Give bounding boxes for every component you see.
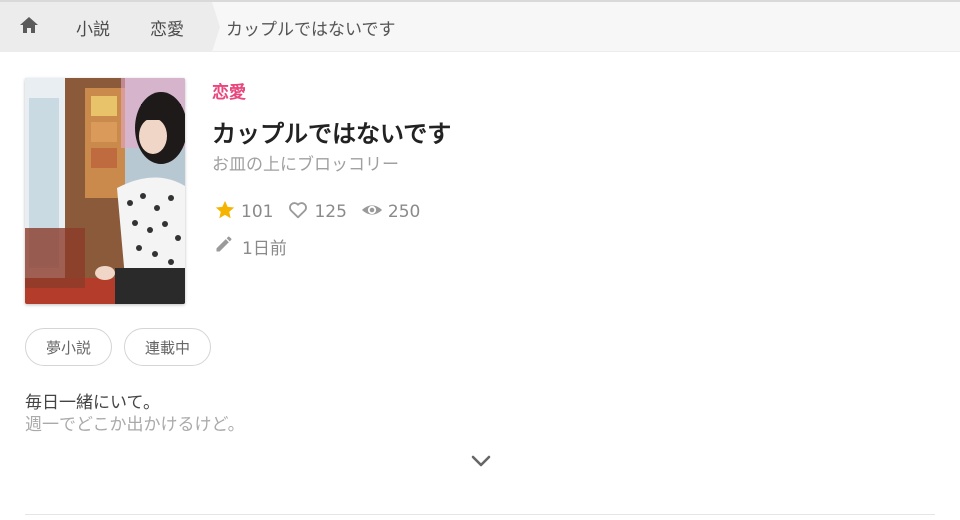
pencil-icon bbox=[214, 234, 242, 259]
breadcrumb-current: カップルではないです bbox=[226, 19, 396, 40]
eye-icon bbox=[361, 199, 388, 226]
expand-description-button[interactable] bbox=[469, 451, 493, 471]
stars-count: 101 bbox=[241, 202, 274, 222]
heart-icon bbox=[287, 199, 314, 226]
views-count: 250 bbox=[387, 202, 421, 222]
breadcrumb-label: 小説 bbox=[76, 19, 110, 40]
chevron-down-icon bbox=[469, 455, 493, 475]
story-title: カップルではないです bbox=[212, 120, 452, 148]
tag-list: 夢小説 連載中 bbox=[25, 328, 223, 366]
views-stat: 250 bbox=[361, 199, 420, 226]
breadcrumb: 小説 恋愛 カップルではないです bbox=[0, 2, 960, 52]
genre-label[interactable]: 恋愛 bbox=[212, 78, 246, 103]
breadcrumb-item-novel[interactable]: 小説 bbox=[58, 2, 128, 52]
story-stats: 101 125 250 bbox=[214, 200, 434, 224]
breadcrumb-home[interactable] bbox=[0, 2, 58, 52]
tag-chip[interactable]: 夢小説 bbox=[25, 328, 113, 366]
section-divider bbox=[25, 514, 935, 515]
description-line: 毎日一緒にいて。 bbox=[25, 393, 160, 413]
author-name[interactable]: お皿の上にブロッコリー bbox=[212, 150, 399, 175]
star-icon bbox=[214, 199, 241, 226]
tag-chip[interactable]: 連載中 bbox=[124, 328, 212, 366]
description-line: 週一でどこか出かけるけど。 bbox=[25, 415, 245, 435]
breadcrumb-item-romance[interactable]: 恋愛 bbox=[128, 2, 206, 52]
story-description: 毎日一緒にいて。 週一でどこか出かけるけど。 bbox=[25, 392, 245, 436]
breadcrumb-label: 恋愛 bbox=[150, 19, 184, 40]
stars-stat: 101 bbox=[214, 199, 273, 226]
last-updated: 1日前 bbox=[214, 234, 287, 259]
cover-image[interactable] bbox=[25, 78, 185, 304]
likes-count: 125 bbox=[314, 202, 347, 222]
home-icon bbox=[19, 16, 39, 39]
likes-stat: 125 bbox=[287, 199, 347, 226]
updated-text: 1日前 bbox=[242, 238, 287, 259]
